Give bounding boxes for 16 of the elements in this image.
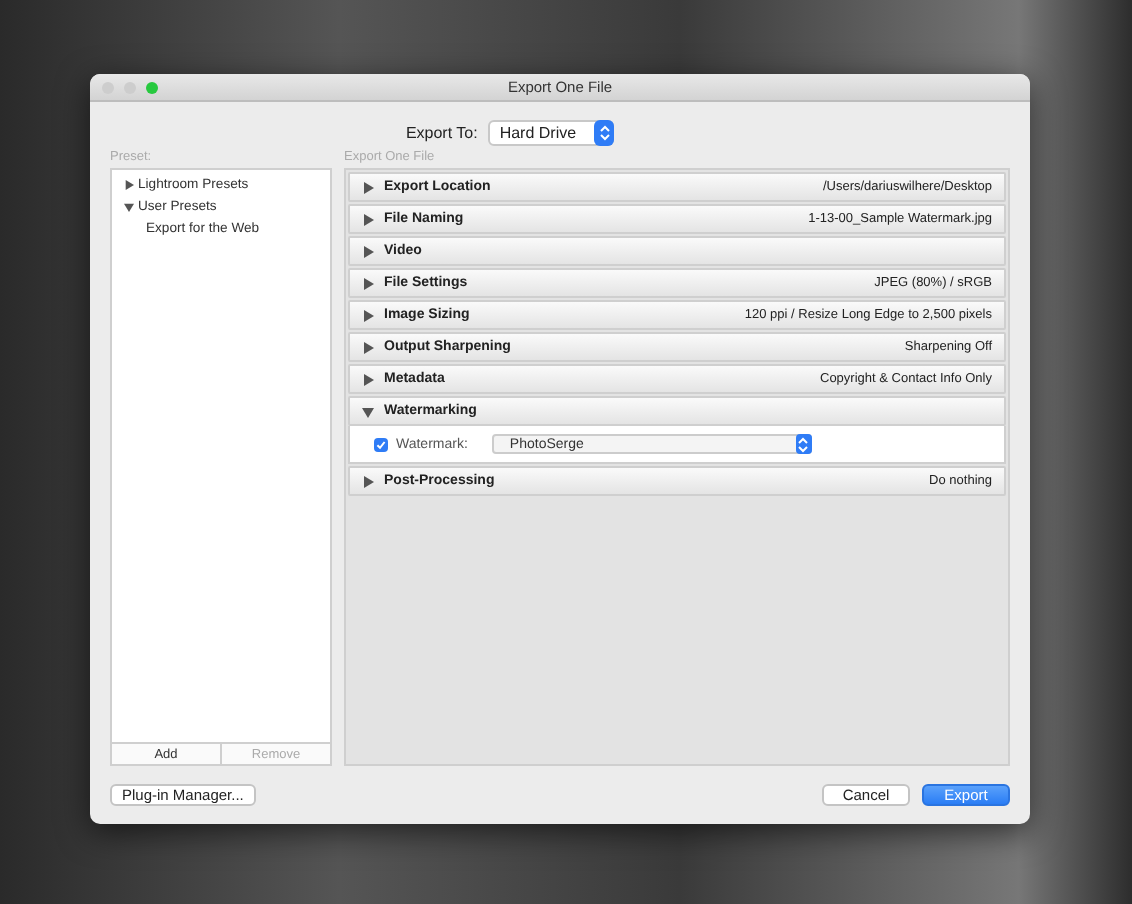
collapsed-triangle-icon[interactable] [362, 341, 374, 353]
collapsed-triangle-icon[interactable] [362, 245, 374, 257]
collapsed-triangle-icon[interactable] [362, 309, 374, 321]
collapsed-triangle-icon[interactable] [362, 213, 374, 225]
expanded-triangle-icon[interactable] [124, 202, 134, 212]
collapsed-triangle-icon[interactable] [362, 181, 374, 193]
export-to-dropdown[interactable]: Hard Drive [487, 119, 615, 145]
stepper-icon [597, 123, 612, 141]
export-to-label: Export To: [405, 123, 478, 141]
collapsed-triangle-icon[interactable] [362, 277, 374, 289]
expanded-triangle-icon[interactable] [362, 405, 374, 417]
watermark-checkbox[interactable] [374, 437, 388, 451]
collapsed-triangle-icon[interactable] [124, 180, 134, 190]
stepper-icon [796, 435, 811, 453]
collapsed-triangle-icon[interactable] [362, 373, 374, 385]
collapsed-triangle-icon[interactable] [362, 475, 374, 487]
